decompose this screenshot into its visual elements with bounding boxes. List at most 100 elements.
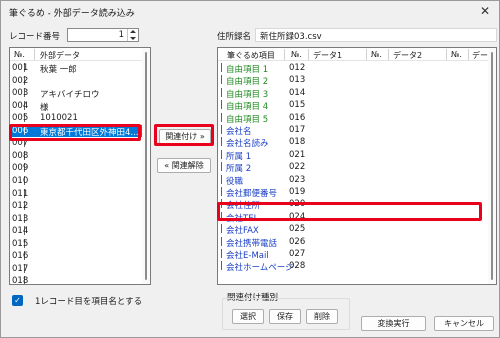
record-number-value: 1 — [118, 30, 124, 40]
file-name-field: 新住所録03.csv — [255, 28, 497, 42]
row-separator: | — [23, 75, 26, 86]
list-item[interactable]: 018 | — [10, 275, 150, 284]
delete-button[interactable]: 削除 — [306, 309, 338, 324]
right-list-scroll-thumb[interactable] — [491, 52, 493, 280]
unlink-button[interactable]: « 関連解除 — [157, 158, 211, 173]
table-row[interactable]: | 会社名読み 018 — [218, 136, 496, 149]
table-row[interactable]: | 自由項目 2 013 — [218, 74, 496, 87]
link-button-highlight — [154, 124, 214, 146]
table-row[interactable]: | 会社FAX 025 — [218, 223, 496, 236]
field-name: 会社郵便番号 — [226, 189, 278, 199]
header-no-2: №. — [371, 50, 382, 59]
column-divider — [468, 49, 469, 60]
first-record-label: 1レコード目を項目名とする — [35, 297, 143, 307]
row-text: 様 — [40, 102, 49, 113]
table-row[interactable]: | 自由項目 5 016 — [218, 112, 496, 125]
header-data-2: データ2 — [393, 51, 423, 60]
list-item[interactable]: 003 | アキバイチロウ — [10, 87, 150, 100]
field-number: 012 — [289, 63, 306, 73]
row-separator: | — [23, 213, 26, 224]
spinner-up-icon[interactable] — [130, 30, 136, 33]
list-item[interactable]: 005 | 1010021 — [10, 112, 150, 125]
file-name-value: 新住所録03.csv — [260, 32, 322, 42]
list-item[interactable]: 016 | — [10, 250, 150, 263]
field-name: 会社名 — [226, 127, 252, 137]
field-name: 会社ホームページ — [226, 263, 294, 274]
table-row[interactable]: | 会社ホームページ 028 — [218, 260, 496, 273]
row-separator: | — [220, 75, 223, 86]
table-row[interactable]: | 自由項目 4 015 — [218, 99, 496, 112]
row-separator: | — [23, 226, 26, 237]
fields-mapping-header: 筆ぐるめ項目 №. データ1 №. データ2 №. データ — [218, 48, 496, 61]
column-divider — [388, 49, 389, 60]
column-divider — [284, 49, 285, 60]
field-number: 021 — [289, 149, 306, 160]
table-row[interactable]: | 会社携帯電話 026 — [218, 236, 496, 249]
select-button[interactable]: 選択 — [232, 309, 264, 324]
header-data-1: データ1 — [313, 51, 343, 60]
field-name: 自由項目 3 — [226, 89, 269, 100]
row-separator: | — [23, 188, 26, 199]
list-item[interactable]: 004 | 様 — [10, 100, 150, 113]
right-selection-highlight — [217, 202, 482, 221]
column-divider — [446, 49, 447, 60]
spinner-arrows[interactable] — [127, 29, 138, 41]
row-separator: | — [220, 100, 223, 111]
header-field: 筆ぐるめ項目 — [227, 51, 275, 60]
header-no: №. — [14, 50, 25, 59]
field-name: 自由項目 4 — [226, 102, 269, 113]
field-name: 所属 2 — [226, 164, 252, 175]
field-name: 自由項目 5 — [226, 114, 269, 125]
list-item[interactable]: 012 | — [10, 200, 150, 213]
save-button[interactable]: 保存 — [269, 309, 301, 324]
field-number: 027 — [289, 249, 306, 259]
record-number-spinner[interactable]: 1 — [67, 28, 139, 42]
table-row[interactable]: | 会社郵便番号 019 — [218, 186, 496, 199]
field-number: 017 — [289, 125, 306, 135]
list-item[interactable]: 017 | — [10, 263, 150, 276]
table-row[interactable]: | 自由項目 1 012 — [218, 62, 496, 75]
record-number-label: レコード番号 — [9, 32, 61, 42]
list-item[interactable]: 013 | — [10, 213, 150, 226]
right-list-scrollbar[interactable] — [488, 48, 496, 284]
row-text: 1010021 — [40, 113, 78, 124]
row-separator: | — [220, 137, 223, 148]
table-row[interactable]: | 会社E-Mail 027 — [218, 248, 496, 261]
cancel-button[interactable]: キャンセル — [434, 316, 494, 331]
left-list-scrollbar[interactable] — [142, 48, 150, 284]
table-row[interactable]: | 役職 023 — [218, 174, 496, 187]
row-separator: | — [23, 263, 26, 274]
list-item[interactable]: 002 | — [10, 75, 150, 88]
row-text: アキバイチロウ — [40, 90, 100, 101]
window-title: 筆ぐるめ - 外部データ読み込み — [9, 9, 135, 19]
list-item[interactable]: 009 | — [10, 162, 150, 175]
list-item[interactable]: 001 | 秋葉 一郎 — [10, 62, 150, 75]
left-selection-highlight — [9, 124, 141, 141]
external-data-list[interactable]: №. 外部データ 001 | 秋葉 一郎 002 | 003 | アキバイチロウ 004 | 様 00… — [9, 47, 151, 285]
row-separator: | — [23, 113, 26, 124]
table-row[interactable]: | 自由項目 3 014 — [218, 87, 496, 100]
field-number: 028 — [289, 261, 306, 272]
left-list-scroll-thumb[interactable] — [145, 52, 147, 280]
execute-conversion-button[interactable]: 変換実行 — [361, 316, 426, 331]
first-record-checkbox[interactable]: ✓ — [12, 295, 23, 306]
field-number: 023 — [289, 174, 306, 185]
header-no-3: №. — [451, 50, 462, 59]
spinner-down-icon[interactable] — [130, 37, 136, 40]
row-separator: | — [220, 187, 223, 197]
list-item[interactable]: 015 | — [10, 238, 150, 251]
row-separator: | — [220, 63, 223, 73]
fields-mapping-list[interactable]: 筆ぐるめ項目 №. データ1 №. データ2 №. データ | 自由項目 1 012… — [217, 47, 497, 285]
close-icon[interactable]: ✕ — [480, 4, 490, 18]
row-separator: | — [220, 125, 223, 135]
list-item[interactable]: 011 | — [10, 188, 150, 201]
list-item[interactable]: 008 | — [10, 150, 150, 163]
column-divider — [34, 49, 35, 60]
table-row[interactable]: | 所属 2 022 — [218, 161, 496, 174]
external-data-header: №. 外部データ — [10, 48, 150, 61]
row-text: 秋葉 一郎 — [40, 65, 77, 75]
list-item[interactable]: 010 | — [10, 175, 150, 188]
table-row[interactable]: | 会社名 017 — [218, 124, 496, 137]
table-row[interactable]: | 所属 1 021 — [218, 149, 496, 162]
list-item[interactable]: 014 | — [10, 225, 150, 238]
